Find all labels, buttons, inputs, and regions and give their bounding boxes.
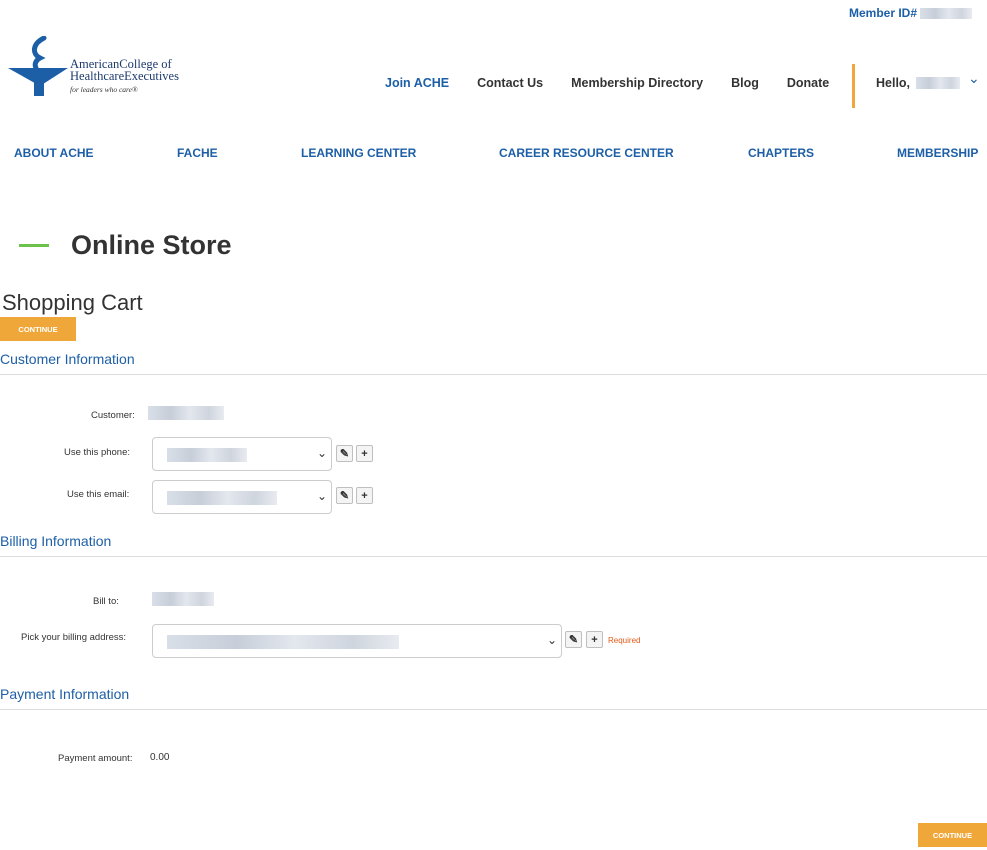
payment-amount-label: Payment amount: [58, 753, 133, 764]
billing-address-value-redacted [167, 635, 399, 649]
chevron-down-icon: ⌄ [316, 489, 327, 503]
nav-donate[interactable]: Donate [787, 76, 829, 90]
plus-icon: + [591, 633, 598, 646]
billing-address-select[interactable]: ⌄ [152, 624, 562, 658]
member-id-label: Member ID# [849, 6, 918, 20]
add-billing-address-button[interactable]: + [586, 631, 603, 648]
edit-billing-address-button[interactable]: ✎ [565, 631, 582, 648]
section-divider [0, 374, 987, 375]
nav-join-ache[interactable]: Join ACHE [385, 76, 449, 90]
edit-phone-button[interactable]: ✎ [336, 445, 353, 462]
logo-line-2: HealthcareExecutives [70, 69, 179, 83]
user-name-redacted [916, 77, 961, 89]
email-select[interactable]: ⌄ [152, 480, 332, 514]
page-title: Online Store [71, 230, 232, 260]
payment-amount-value: 0.00 [150, 752, 170, 763]
title-dash [19, 244, 49, 247]
nav-membership-directory[interactable]: Membership Directory [571, 76, 703, 90]
pencil-icon: ✎ [339, 448, 350, 460]
nav-blog[interactable]: Blog [731, 76, 759, 90]
bill-to-label: Bill to: [93, 596, 119, 607]
member-id-value-redacted [920, 7, 973, 19]
header-divider [852, 64, 855, 108]
customer-value-redacted [148, 406, 224, 420]
plus-icon: + [361, 447, 368, 460]
chevron-down-icon[interactable]: ⌄ [968, 70, 980, 87]
main-nav-career-resource-center[interactable]: CAREER RESOURCE CENTER [499, 146, 674, 160]
phone-label: Use this phone: [64, 447, 131, 458]
required-indicator: Required [608, 636, 641, 645]
main-nav-membership[interactable]: MEMBERSHIP [897, 146, 978, 160]
chevron-down-icon: ⌄ [546, 633, 557, 647]
main-nav-fache[interactable]: FACHE [177, 146, 218, 160]
continue-button-top[interactable]: CONTINUE [0, 317, 76, 341]
logo-text: AmericanCollege of HealthcareExecutives … [70, 58, 179, 96]
pencil-icon: ✎ [568, 634, 579, 646]
user-greeting[interactable]: Hello, [876, 76, 961, 90]
billing-info-title: Billing Information [0, 533, 112, 549]
bill-to-value-redacted [152, 592, 214, 606]
add-phone-button[interactable]: + [356, 445, 373, 462]
edit-email-button[interactable]: ✎ [336, 487, 353, 504]
member-id: Member ID# [849, 6, 973, 20]
nav-contact-us[interactable]: Contact Us [477, 76, 543, 90]
page-heading: Online Store [19, 230, 232, 261]
continue-button-bottom[interactable]: CONTINUE [918, 823, 987, 847]
billing-address-label: Pick your billing address: [21, 632, 127, 643]
hello-label: Hello, [876, 76, 911, 90]
phone-value-redacted [167, 448, 247, 462]
email-label: Use this email: [67, 489, 130, 500]
section-divider [0, 556, 987, 557]
payment-info-title: Payment Information [0, 686, 130, 702]
customer-label: Customer: [91, 410, 135, 421]
pencil-icon: ✎ [339, 490, 350, 502]
add-email-button[interactable]: + [356, 487, 373, 504]
main-nav-chapters[interactable]: CHAPTERS [748, 146, 814, 160]
shopping-cart-title: Shopping Cart [2, 290, 143, 315]
section-divider [0, 709, 987, 710]
customer-info-title: Customer Information [0, 351, 135, 367]
plus-icon: + [361, 489, 368, 502]
main-nav-about-ache[interactable]: ABOUT ACHE [14, 146, 94, 160]
phone-select[interactable]: ⌄ [152, 437, 332, 471]
logo-tagline: for leaders who care® [70, 85, 138, 94]
chevron-down-icon: ⌄ [316, 446, 327, 460]
main-nav-learning-center[interactable]: LEARNING CENTER [301, 146, 416, 160]
top-nav: Join ACHE Contact Us Membership Director… [385, 76, 857, 90]
email-value-redacted [167, 491, 277, 505]
